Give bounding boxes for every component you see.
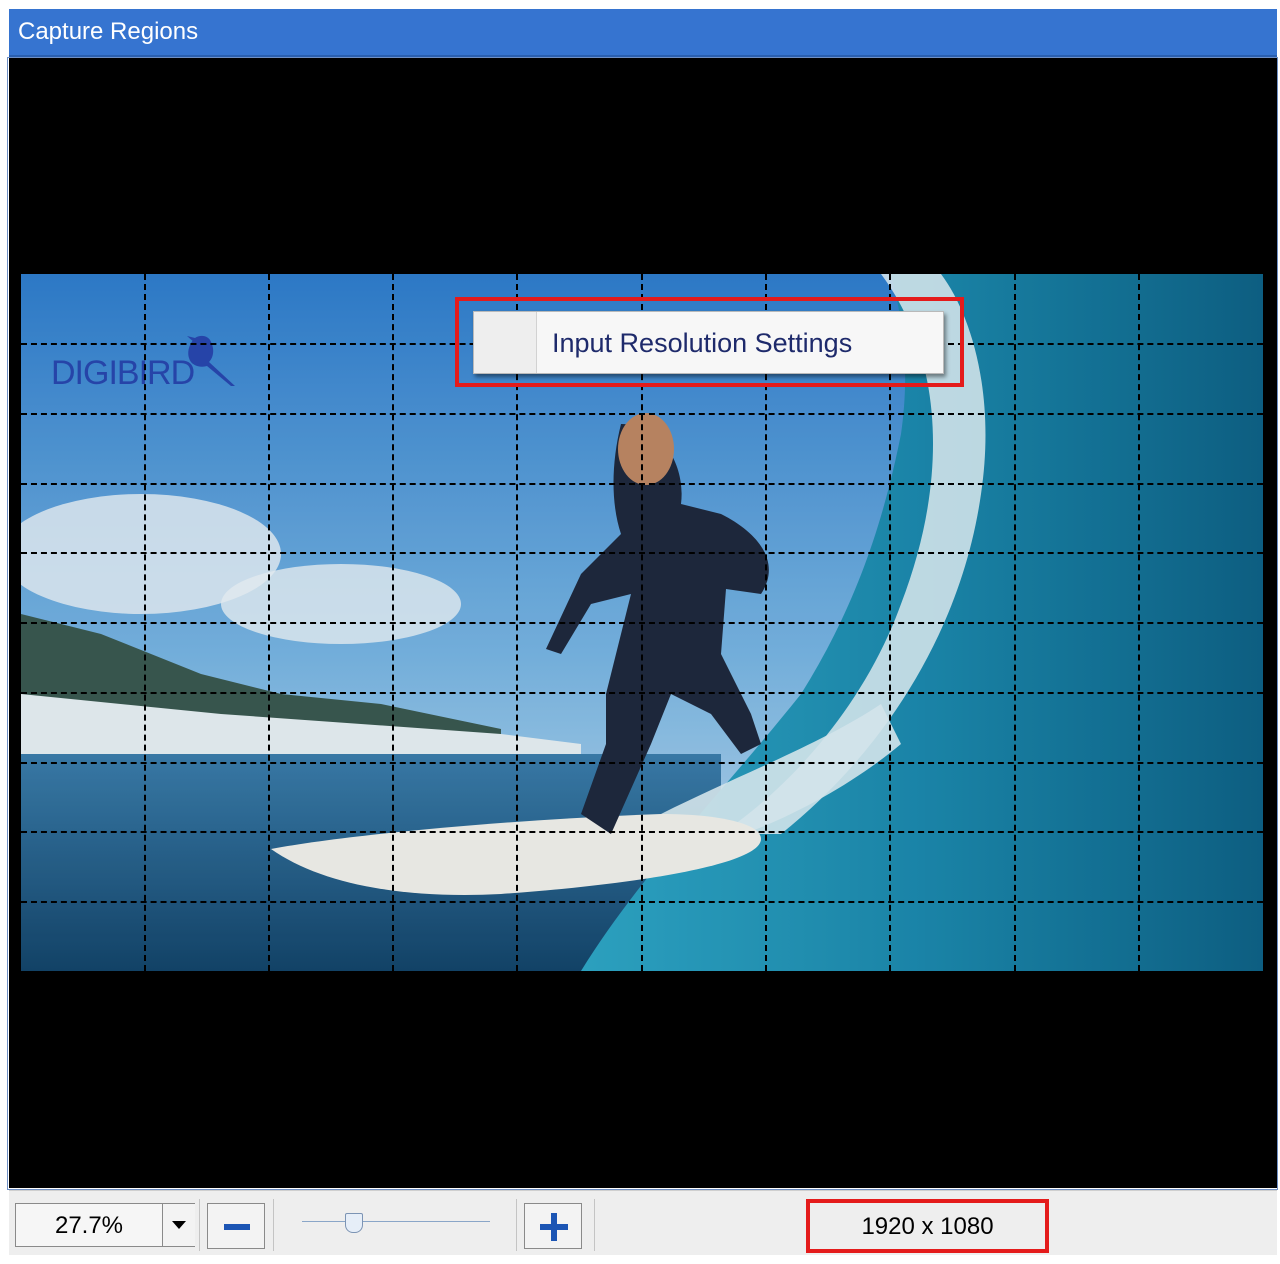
resolution-display: 1920 x 1080 [806,1199,1049,1253]
zoom-slider[interactable] [302,1213,490,1241]
grid-line [21,483,1263,485]
divider [199,1199,200,1251]
zoom-combobox[interactable]: 27.7% [15,1203,195,1247]
zoom-out-button[interactable] [207,1203,265,1249]
chevron-down-icon [172,1221,186,1229]
grid-line [21,622,1263,624]
zoom-slider-thumb[interactable] [345,1213,363,1233]
grid-line [21,831,1263,833]
grid-line [21,413,1263,415]
preview-canvas[interactable]: DIGIBIRD [9,58,1277,1188]
logo-text: DIGIBIRD [51,354,195,392]
digibird-logo: DIGIBIRD [51,328,251,398]
grid-line [21,901,1263,903]
minus-icon [224,1224,250,1230]
grid-line [21,692,1263,694]
zoom-slider-track [302,1221,490,1222]
title-bar: Capture Regions [9,9,1277,57]
resolution-text: 1920 x 1080 [861,1213,994,1240]
zoom-dropdown-button[interactable] [162,1204,195,1246]
context-menu-icon-gutter [474,312,537,373]
status-bar: 27.7% 1920 x 1080 [9,1190,1277,1255]
context-menu: Input Resolution Settings [473,311,944,374]
zoom-in-button[interactable] [524,1203,582,1249]
grid-line [21,762,1263,764]
divider [273,1199,274,1251]
capture-regions-window: Capture Regions DIGIBIRD Input Resolutio… [0,0,1280,1264]
grid-line [21,552,1263,554]
divider [594,1199,595,1251]
window-title: Capture Regions [18,18,199,45]
menu-item-label: Input Resolution Settings [552,328,853,358]
zoom-value: 27.7% [54,1212,124,1239]
divider [516,1199,517,1251]
